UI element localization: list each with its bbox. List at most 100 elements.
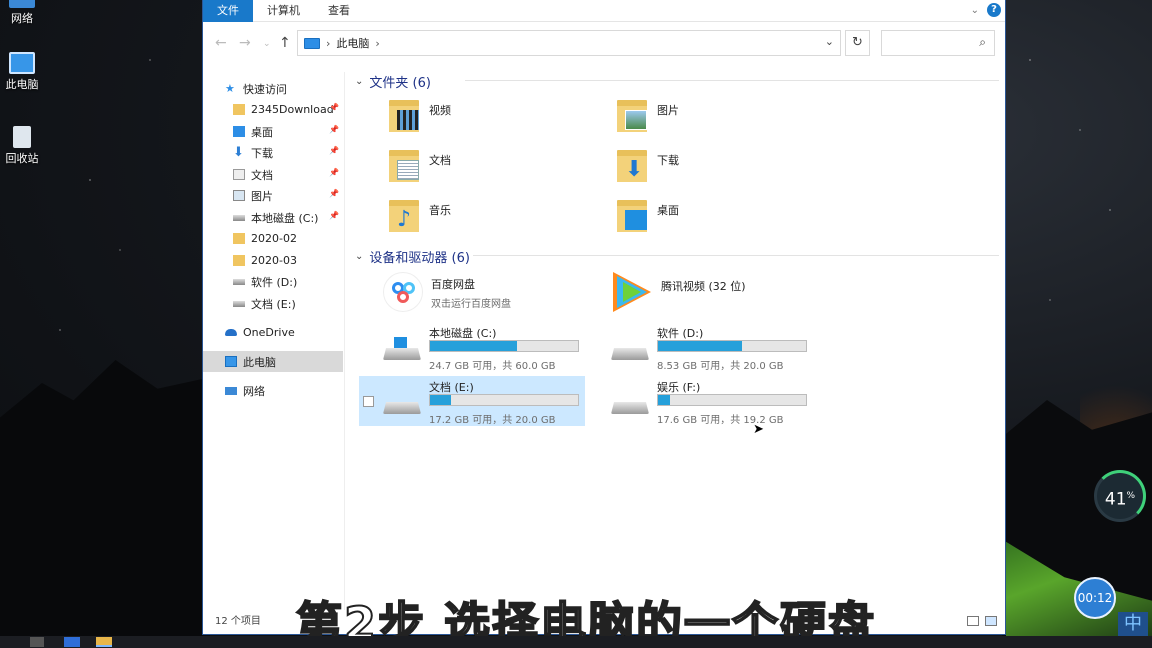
documents-folder-icon (387, 146, 421, 184)
drive-space-text: 17.6 GB 可用，共 19.2 GB (657, 415, 784, 426)
group-divider (465, 80, 999, 81)
group-header-devices[interactable]: ⌄ 设备和驱动器 (6) (355, 247, 1005, 266)
navigation-pane: ★ 快速访问 2345Download 📌 桌面 📌 ⬇ 下载 📌 文档 📌 图… (203, 72, 345, 610)
desktop-icon-label: 此电脑 (5, 78, 39, 91)
taskbar (0, 636, 1152, 648)
nav-label: 本地磁盘 (C:) (251, 211, 319, 225)
pictures-icon (233, 190, 245, 201)
folder-documents[interactable]: 文档 (387, 146, 607, 192)
desktop-icon-network[interactable]: 网络 (0, 0, 44, 26)
pin-icon: 📌 (329, 146, 339, 155)
collapse-chevron-icon[interactable]: ⌄ (355, 76, 363, 87)
tab-file[interactable]: 文件 (203, 0, 253, 22)
folder-music[interactable]: ♪ 音乐 (387, 196, 607, 242)
app-baidu-netdisk[interactable]: 百度网盘 双击运行百度网盘 (383, 272, 603, 318)
expand-ribbon-icon[interactable]: ⌄ (971, 5, 979, 16)
drive-f[interactable]: 娱乐 (F:) 17.6 GB 可用，共 19.2 GB (587, 376, 813, 426)
app-name: 腾讯视频 (32 位) (661, 280, 746, 293)
computer-icon (304, 37, 320, 49)
nav-label: 2345Download (251, 103, 334, 116)
desktop-icon-label: 回收站 (5, 152, 39, 165)
details-view-icon[interactable] (967, 616, 979, 626)
drive-usage-fill (658, 395, 670, 405)
drive-d[interactable]: 软件 (D:) 8.53 GB 可用，共 20.0 GB (587, 322, 813, 372)
download-arrow-icon: ⬇ (233, 145, 244, 160)
ime-indicator[interactable]: 中 (1118, 612, 1148, 636)
collapse-chevron-icon[interactable]: ⌄ (355, 251, 363, 262)
drive-space-text: 8.53 GB 可用，共 20.0 GB (657, 361, 784, 372)
group-header-folders[interactable]: ⌄ 文件夹 (6) (355, 72, 1005, 91)
drive-e[interactable]: 文档 (E:) 17.2 GB 可用，共 20.0 GB (359, 376, 585, 426)
address-row: ← → ⌄ ↑ › 此电脑 › ⌄ ↻ ⌕ (203, 30, 1005, 58)
drive-space-text: 24.7 GB 可用，共 60.0 GB (429, 361, 556, 372)
breadcrumb-sep-icon[interactable]: › (375, 37, 379, 50)
back-arrow-icon[interactable]: ← (215, 35, 227, 51)
file-explorer-icon[interactable] (96, 637, 112, 647)
drive-name: 娱乐 (F:) (657, 381, 701, 394)
drive-c[interactable]: 本地磁盘 (C:) 24.7 GB 可用，共 60.0 GB (359, 322, 585, 372)
nav-item-pictures[interactable]: 图片 📌 (203, 185, 343, 206)
desktop-icon-this-pc[interactable]: 此电脑 (0, 52, 44, 92)
recent-dropdown-icon[interactable]: ⌄ (263, 39, 271, 49)
nav-item-downloads[interactable]: ⬇ 下载 📌 (203, 142, 343, 163)
nav-item-2020-03[interactable]: 2020-03 (203, 250, 343, 271)
select-checkbox[interactable] (363, 396, 374, 407)
folder-icon (233, 104, 245, 115)
drive-name: 本地磁盘 (C:) (429, 327, 497, 340)
recording-timer[interactable]: 00:12 (1074, 577, 1116, 619)
gauge-arc (1094, 470, 1146, 522)
address-bar[interactable]: › 此电脑 › ⌄ (297, 30, 841, 56)
nav-item-desktop[interactable]: 桌面 📌 (203, 121, 343, 142)
app-subtitle: 双击运行百度网盘 (431, 299, 511, 310)
folder-label: 音乐 (429, 204, 451, 217)
pin-icon: 📌 (329, 125, 339, 134)
help-icon[interactable]: ? (987, 3, 1001, 17)
folder-pictures[interactable]: 图片 (615, 96, 835, 142)
document-icon (233, 169, 245, 180)
nav-label: 网络 (243, 384, 265, 398)
nav-item-2345download[interactable]: 2345Download 📌 (203, 99, 343, 120)
desktop-icon-recycle-bin[interactable]: 回收站 (0, 126, 44, 166)
content-pane: ⌄ 文件夹 (6) 视频 图片 文档 ⬇ 下载 ♪ 音乐 桌面 ⌄ 设备和驱动器… (351, 72, 1005, 610)
video-folder-icon (387, 96, 421, 134)
nav-item-drive-e[interactable]: 文档 (E:) (203, 293, 343, 314)
folder-desktop[interactable]: 桌面 (615, 196, 835, 242)
nav-label: 文档 (251, 168, 273, 182)
app-name: 百度网盘 (431, 278, 475, 291)
nav-item-documents[interactable]: 文档 📌 (203, 164, 343, 185)
nav-label: 2020-02 (251, 232, 297, 245)
breadcrumb-this-pc[interactable]: 此电脑 (336, 35, 369, 51)
pin-icon: 📌 (329, 168, 339, 177)
nav-item-2020-02[interactable]: 2020-02 (203, 228, 343, 249)
nav-network[interactable]: 网络 (203, 380, 343, 401)
up-arrow-icon[interactable]: ↑ (279, 35, 291, 51)
drive-icon (611, 390, 649, 420)
forward-arrow-icon[interactable]: → (239, 35, 251, 51)
folder-videos[interactable]: 视频 (387, 96, 607, 142)
drive-icon (233, 300, 245, 307)
tab-view[interactable]: 查看 (314, 0, 364, 22)
address-dropdown-icon[interactable]: ⌄ (825, 35, 834, 48)
view-toggle (967, 616, 997, 626)
breadcrumb-sep-icon: › (326, 36, 331, 50)
taskbar-app-icon[interactable] (64, 637, 80, 647)
task-view-icon[interactable] (30, 637, 44, 647)
desktop-icon (233, 126, 245, 137)
refresh-button[interactable]: ↻ (845, 30, 870, 56)
drive-usage-fill (658, 341, 743, 351)
nav-this-pc[interactable]: 此电脑 (203, 351, 343, 372)
explorer-window: 文件 计算机 查看 ⌄ ? ← → ⌄ ↑ › 此电脑 › ⌄ ↻ ⌕ ★ 快速… (202, 0, 1006, 635)
search-input[interactable]: ⌕ (881, 30, 995, 56)
drive-icon (233, 278, 245, 285)
nav-item-drive-c[interactable]: 本地磁盘 (C:) 📌 (203, 207, 343, 228)
performance-gauge[interactable]: 41% (1094, 470, 1146, 522)
tab-computer[interactable]: 计算机 (253, 0, 314, 22)
folder-downloads[interactable]: ⬇ 下载 (615, 146, 835, 192)
app-tencent-video[interactable]: 腾讯视频 (32 位) (611, 272, 831, 318)
nav-quick-access[interactable]: ★ 快速访问 (203, 78, 343, 99)
folder-label: 文档 (429, 154, 451, 167)
nav-onedrive[interactable]: OneDrive (203, 322, 343, 343)
nav-item-drive-d[interactable]: 软件 (D:) (203, 271, 343, 292)
pin-icon: 📌 (329, 211, 339, 220)
large-icons-view-icon[interactable] (985, 616, 997, 626)
